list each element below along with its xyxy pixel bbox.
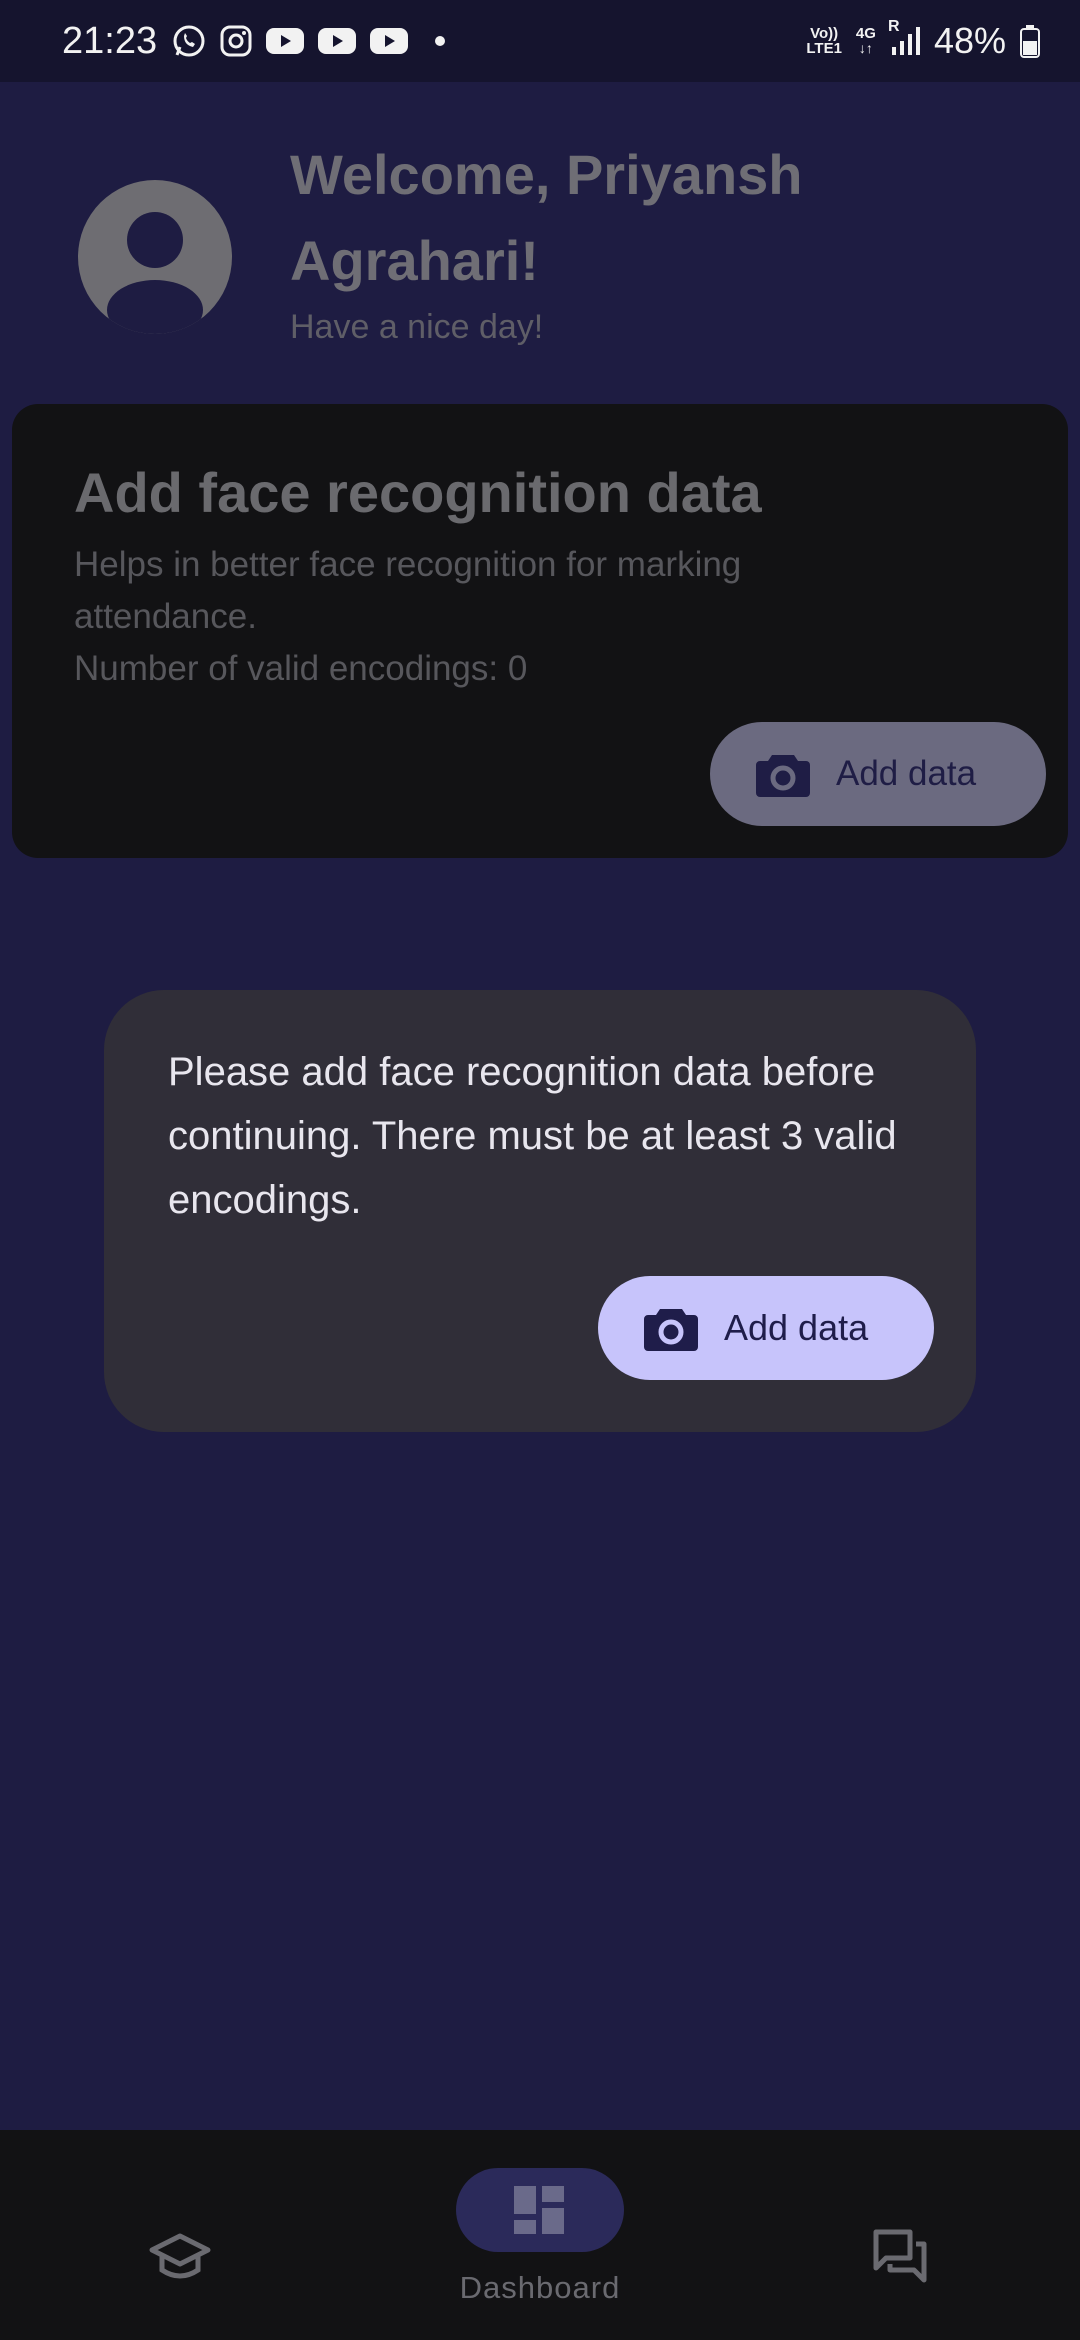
dialog-add-data-label: Add data xyxy=(724,1307,869,1348)
nav-item-dashboard[interactable]: Dashboard xyxy=(456,2168,624,2306)
dialog-message: Please add face recognition data before … xyxy=(168,1050,897,1222)
avatar xyxy=(78,180,232,334)
data-type-indicator: 4G ↓↑ xyxy=(856,26,876,56)
card-description: Helps in better face recognition for mar… xyxy=(74,545,742,636)
card-add-data-button[interactable]: Add data xyxy=(710,722,1046,826)
card-add-data-label: Add data xyxy=(836,754,977,793)
welcome-title: Welcome, Priyansh Agrahari! xyxy=(290,143,803,292)
nav-active-pill xyxy=(456,2168,624,2252)
welcome-subtitle: Have a nice day! xyxy=(290,308,544,346)
youtube-icon xyxy=(369,26,409,56)
camera-icon xyxy=(756,755,810,797)
status-time: 21:23 xyxy=(62,19,158,62)
volte-indicator: Vo)) LTE1 xyxy=(806,26,842,56)
welcome-block: Welcome, Priyansh Agrahari! Have a nice … xyxy=(290,132,1030,347)
notification-icons xyxy=(171,23,446,59)
person-icon xyxy=(107,212,203,334)
signal-icon: R xyxy=(888,19,920,57)
youtube-icon xyxy=(265,26,305,56)
bottom-navigation: Dashboard xyxy=(0,2130,1080,2340)
data-arrows-icon: ↓↑ xyxy=(858,40,873,56)
nav-label-dashboard: Dashboard xyxy=(459,2270,621,2305)
face-data-dialog: Please add face recognition data before … xyxy=(104,990,976,1432)
roaming-label: R xyxy=(887,18,900,35)
nav-item-courses[interactable] xyxy=(148,2232,212,2284)
whatsapp-icon xyxy=(171,23,207,59)
face-data-card: Add face recognition data Helps in bette… xyxy=(12,404,1068,858)
camera-icon xyxy=(644,1309,698,1351)
battery-icon xyxy=(1020,24,1040,58)
battery-percent: 48% xyxy=(933,20,1006,61)
system-icons: Vo)) LTE1 4G ↓↑ R 48% xyxy=(806,19,1040,62)
nav-item-chat[interactable] xyxy=(872,2228,928,2284)
youtube-icon xyxy=(317,26,357,56)
instagram-icon xyxy=(219,24,253,58)
more-notifications-dot xyxy=(435,36,446,46)
profile-header xyxy=(78,180,232,334)
status-bar: 21:23 Vo)) LTE1 4G ↓↑ R 48% xyxy=(0,0,1080,82)
chat-icon xyxy=(873,2229,927,2283)
graduation-cap-icon xyxy=(149,2233,211,2279)
card-title: Add face recognition data xyxy=(74,461,762,524)
dashboard-icon xyxy=(514,2186,564,2234)
app-screen: 21:23 Vo)) LTE1 4G ↓↑ R 48% Welcome, Pri… xyxy=(0,0,1080,2340)
dialog-add-data-button[interactable]: Add data xyxy=(598,1276,934,1380)
data-type-label: 4G xyxy=(855,25,876,42)
encodings-count: Number of valid encodings: 0 xyxy=(74,649,528,688)
lte-label: LTE1 xyxy=(806,40,842,57)
volte-label: Vo)) xyxy=(810,25,839,42)
